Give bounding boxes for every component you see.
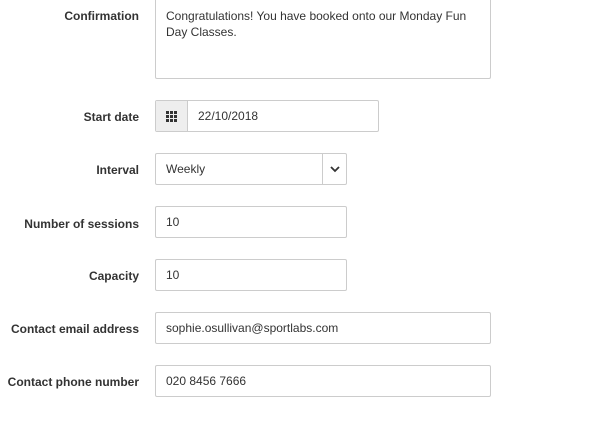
sessions-input[interactable]: 10 bbox=[155, 206, 347, 238]
capacity-input[interactable]: 10 bbox=[155, 259, 347, 291]
phone-label: Contact phone number bbox=[7, 375, 139, 389]
sessions-label: Number of sessions bbox=[24, 217, 139, 231]
booking-settings-form: Confirmation Congratulations! You have b… bbox=[0, 0, 594, 430]
start-date-input-group: 22/10/2018 bbox=[155, 100, 379, 132]
chevron-down-icon bbox=[322, 154, 346, 184]
capacity-label: Capacity bbox=[88, 269, 139, 283]
confirmation-label: Confirmation bbox=[64, 9, 139, 23]
confirmation-textarea[interactable]: Congratulations! You have booked onto ou… bbox=[155, 0, 491, 79]
start-date-label: Start date bbox=[83, 110, 139, 124]
start-date-input[interactable]: 22/10/2018 bbox=[188, 101, 378, 131]
email-label: Contact email address bbox=[10, 322, 139, 336]
email-input[interactable]: sophie.osullivan@sportlabs.com bbox=[155, 312, 491, 344]
calendar-grid-icon[interactable] bbox=[156, 101, 188, 131]
interval-select[interactable]: Weekly bbox=[155, 153, 347, 185]
interval-label: Interval bbox=[96, 163, 139, 177]
phone-input[interactable]: 020 8456 7666 bbox=[155, 365, 491, 397]
interval-selected-value: Weekly bbox=[166, 162, 206, 176]
